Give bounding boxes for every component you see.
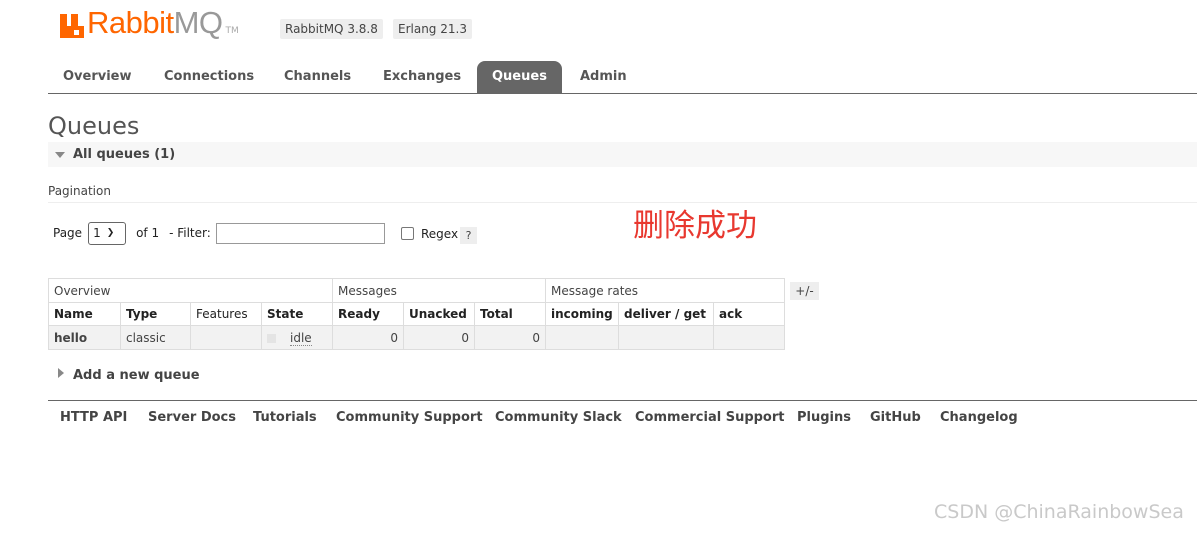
- col-header-ready[interactable]: Ready: [332, 302, 404, 326]
- pagination-divider: [48, 202, 1197, 203]
- footer-link-changelog[interactable]: Changelog: [940, 410, 1018, 425]
- col-header-total[interactable]: Total: [474, 302, 546, 326]
- chevron-down-icon: ❯: [106, 228, 115, 238]
- queue-ack-rate: [713, 325, 785, 350]
- footer-link-server-docs[interactable]: Server Docs: [148, 410, 236, 425]
- footer-link-community-support[interactable]: Community Support: [336, 410, 483, 425]
- col-header-features[interactable]: Features: [190, 302, 262, 326]
- page-title: Queues: [48, 112, 140, 140]
- queue-features: [190, 325, 262, 350]
- group-header-messages: Messages: [332, 278, 546, 303]
- regex-help-button[interactable]: ?: [460, 227, 477, 244]
- queue-ready: 0: [332, 325, 404, 350]
- add-queue-section-toggle[interactable]: Add a new queue: [58, 368, 200, 383]
- add-queue-label: Add a new queue: [73, 368, 200, 383]
- page-label: Page: [53, 226, 83, 240]
- footer-links: HTTP API Server Docs Tutorials Community…: [48, 400, 1197, 430]
- footer-link-tutorials[interactable]: Tutorials: [253, 410, 317, 425]
- tab-admin[interactable]: Admin: [565, 61, 642, 93]
- logo-text-rabbit: Rabbit: [87, 5, 174, 40]
- footer-link-http-api[interactable]: HTTP API: [60, 410, 127, 425]
- tab-channels[interactable]: Channels: [269, 61, 366, 93]
- rabbitmq-version-badge: RabbitMQ 3.8.8: [280, 19, 383, 39]
- state-indicator-icon: [267, 333, 276, 343]
- footer-link-commercial-support[interactable]: Commercial Support: [635, 410, 785, 425]
- pagination-heading: Pagination: [48, 184, 111, 198]
- footer-link-community-slack[interactable]: Community Slack: [495, 410, 622, 425]
- pager-controls: Page 1 ❯ of 1 - Filter:: [53, 221, 385, 245]
- column-toggle-button[interactable]: +/-: [790, 282, 819, 300]
- delete-success-annotation: 删除成功: [633, 208, 757, 244]
- queue-state-text: idle: [290, 330, 312, 346]
- page-select[interactable]: 1 ❯: [88, 221, 127, 245]
- erlang-version-badge: Erlang 21.3: [393, 19, 472, 39]
- filter-label: - Filter:: [169, 226, 211, 240]
- queue-incoming-rate: [545, 325, 619, 350]
- group-header-message-rates: Message rates: [545, 278, 785, 303]
- tab-exchanges[interactable]: Exchanges: [368, 61, 476, 93]
- col-header-unacked[interactable]: Unacked: [403, 302, 475, 326]
- regex-checkbox[interactable]: [401, 227, 414, 240]
- col-header-ack[interactable]: ack: [713, 302, 785, 326]
- csdn-watermark: CSDN @ChinaRainbowSea: [934, 501, 1184, 523]
- tab-queues[interactable]: Queues: [477, 61, 562, 93]
- page-select-value: 1: [93, 226, 101, 240]
- table-row[interactable]: hello classic idle 0 0 0: [48, 325, 785, 350]
- rabbitmq-logo[interactable]: Rabbit MQ TM: [60, 4, 239, 38]
- tab-connections[interactable]: Connections: [149, 61, 269, 93]
- page-count-label: of 1: [136, 226, 160, 240]
- group-header-overview: Overview: [48, 278, 333, 303]
- queue-state: idle: [261, 325, 333, 350]
- col-header-type[interactable]: Type: [120, 302, 191, 326]
- footer-link-github[interactable]: GitHub: [870, 410, 921, 425]
- tab-overview[interactable]: Overview: [48, 61, 147, 93]
- rabbitmq-logo-icon: [60, 10, 84, 38]
- col-header-deliver-get[interactable]: deliver / get: [618, 302, 714, 326]
- queue-name-link[interactable]: hello: [48, 325, 121, 350]
- col-header-incoming[interactable]: incoming: [545, 302, 619, 326]
- logo-text-mq: MQ: [173, 5, 223, 40]
- collapse-triangle-icon: [55, 152, 65, 158]
- footer-link-plugins[interactable]: Plugins: [797, 410, 851, 425]
- expand-triangle-icon: [58, 368, 64, 378]
- queue-unacked: 0: [403, 325, 475, 350]
- col-header-name[interactable]: Name: [48, 302, 121, 326]
- filter-input[interactable]: [215, 222, 385, 244]
- queue-type: classic: [120, 325, 191, 350]
- all-queues-label: All queues (1): [73, 147, 176, 162]
- queue-deliver-get-rate: [618, 325, 714, 350]
- all-queues-section-toggle[interactable]: All queues (1): [48, 142, 1197, 167]
- col-header-state[interactable]: State: [261, 302, 333, 326]
- logo-trademark: TM: [225, 26, 239, 36]
- queue-total: 0: [474, 325, 546, 350]
- regex-label: Regex: [421, 227, 459, 241]
- main-nav-tabs: Overview Connections Channels Exchanges …: [48, 61, 1197, 94]
- queues-table: Overview Messages Message rates Name Typ…: [48, 278, 785, 350]
